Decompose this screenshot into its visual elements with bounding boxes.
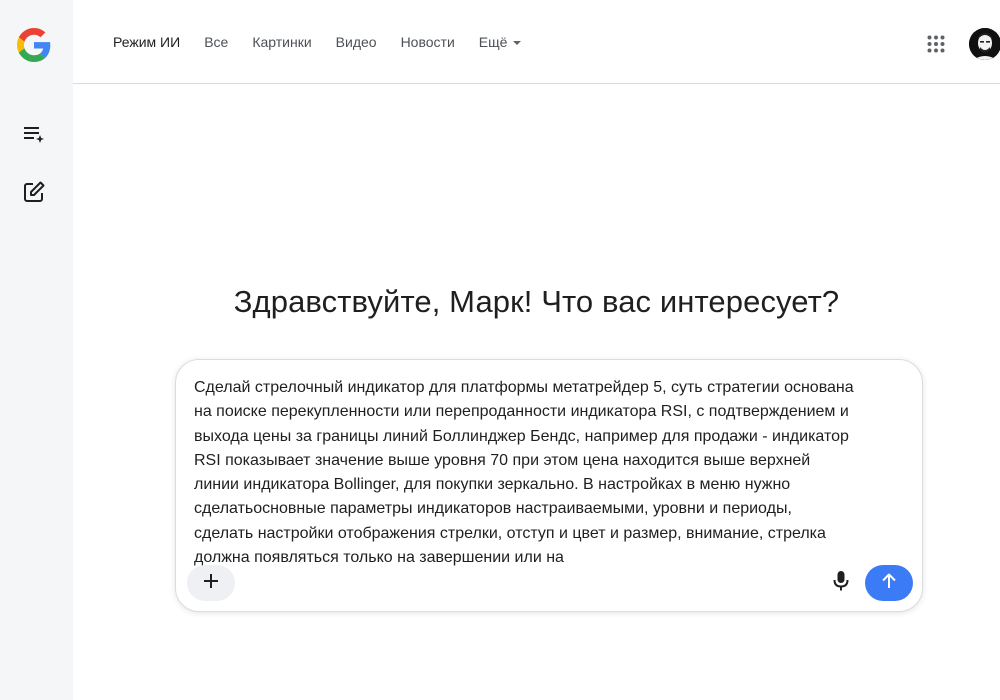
caret-down-icon <box>513 41 522 45</box>
tab-video[interactable]: Видео <box>336 34 377 50</box>
new-thread-button[interactable] <box>19 179 49 209</box>
tab-all[interactable]: Все <box>204 34 228 50</box>
page-title: Здравствуйте, Марк! Что вас интересует? <box>233 284 840 319</box>
tab-ai-mode[interactable]: Режим ИИ <box>113 34 180 50</box>
grid-apps-icon <box>927 35 945 57</box>
tab-news[interactable]: Новости <box>401 34 455 50</box>
sidebar <box>0 0 73 700</box>
tab-more[interactable]: Ещё <box>479 34 522 50</box>
search-mode-tabs: Режим ИИ Все Картинки Видео Новости Ещё <box>113 0 545 84</box>
prompt-textarea[interactable]: Сделай стрелочный индикатор для платформ… <box>194 376 854 566</box>
send-button[interactable] <box>865 565 913 601</box>
prompt-composer: Сделай стрелочный индикатор для платформ… <box>175 359 923 612</box>
edit-square-icon <box>22 180 46 209</box>
playlist-add-sparkle-icon <box>22 122 46 151</box>
tab-images[interactable]: Картинки <box>252 34 311 50</box>
voice-input-button[interactable] <box>826 568 856 598</box>
microphone-icon <box>831 570 851 597</box>
plus-icon <box>203 573 219 594</box>
arrow-up-icon <box>880 572 898 595</box>
header: Режим ИИ Все Картинки Видео Новости Ещё <box>73 0 1000 84</box>
avatar[interactable] <box>969 28 1000 60</box>
google-apps-button[interactable] <box>927 35 945 53</box>
add-attachment-button[interactable] <box>187 565 235 601</box>
new-chat-list-button[interactable] <box>19 121 49 151</box>
google-logo-icon[interactable] <box>17 28 51 62</box>
